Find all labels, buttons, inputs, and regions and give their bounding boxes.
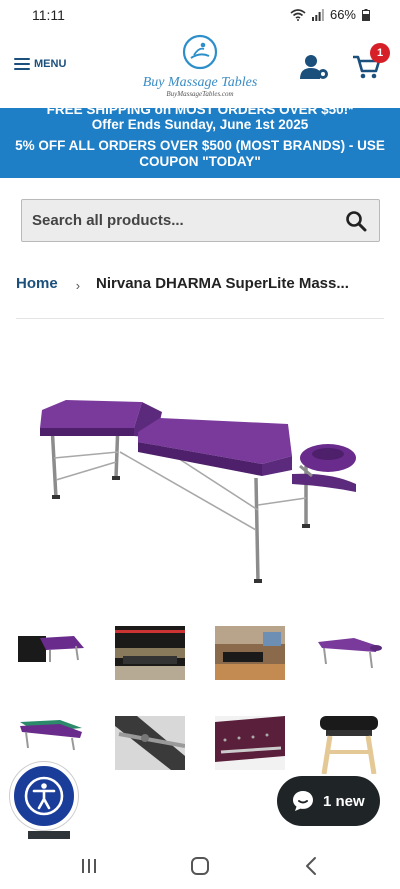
product-thumbnail[interactable] — [115, 716, 185, 770]
status-time: 11:11 — [32, 7, 65, 23]
menu-label: MENU — [34, 58, 67, 70]
logo-name: Buy Massage Tables — [142, 75, 258, 90]
accessibility-button[interactable] — [10, 762, 78, 830]
promo-offer-end-text: Offer Ends Sunday, June 1st 2025 — [91, 117, 309, 132]
site-logo[interactable]: Buy Massage Tables BuyMassageTables.com — [138, 34, 262, 100]
search-icon[interactable] — [345, 210, 367, 232]
battery-percent: 66% — [329, 7, 356, 22]
scroll-indicator — [28, 831, 70, 839]
logo-mark — [182, 34, 218, 70]
breadcrumb-current-page: Nirvana DHARMA SuperLite Mass... — [96, 274, 349, 292]
promo-coupon-text: 5% OFF ALL ORDERS OVER $500 (MOST BRANDS… — [15, 138, 385, 169]
chat-label: 1 new — [323, 792, 365, 810]
signal-icon — [311, 8, 324, 21]
promo-banner[interactable]: FREE SHIPPING on MOST ORDERS OVER $50!* … — [0, 108, 400, 178]
breadcrumb: Home › Nirvana DHARMA SuperLite Mass... — [16, 272, 386, 294]
home-icon[interactable] — [187, 853, 213, 879]
search-input[interactable] — [22, 200, 332, 241]
logo-url: BuyMassageTables.com — [166, 90, 234, 98]
status-icons: 66% — [290, 7, 370, 22]
cart-count-badge: 1 — [370, 43, 390, 63]
product-thumbnail[interactable] — [115, 626, 185, 680]
breadcrumb-separator: › — [75, 277, 81, 293]
search-bar — [21, 199, 380, 242]
product-thumbnail[interactable] — [215, 626, 285, 680]
system-nav-bar — [0, 843, 400, 889]
chat-bubble-icon — [293, 791, 313, 811]
hamburger-icon — [14, 58, 30, 70]
product-main-image[interactable] — [30, 380, 370, 590]
product-thumbnail[interactable] — [16, 626, 86, 680]
chat-widget-button[interactable]: 1 new — [277, 776, 380, 826]
wifi-icon — [290, 8, 306, 21]
recents-icon[interactable] — [76, 853, 102, 879]
menu-button[interactable]: MENU — [14, 58, 66, 70]
breadcrumb-home-link[interactable]: Home — [16, 275, 58, 292]
site-header: MENU Buy Massage Tables BuyMassageTables… — [0, 30, 400, 108]
accessibility-icon — [24, 776, 64, 816]
battery-icon — [362, 8, 370, 21]
product-thumbnail[interactable] — [314, 626, 384, 680]
divider — [16, 318, 384, 319]
promo-shipping-text: FREE SHIPPING on MOST ORDERS OVER $50!* — [46, 108, 354, 117]
user-settings-icon[interactable] — [299, 54, 329, 80]
product-thumbnail[interactable] — [215, 716, 285, 770]
product-thumbnail[interactable] — [314, 712, 384, 774]
status-bar: 11:11 66% — [0, 0, 400, 30]
back-icon[interactable] — [298, 853, 324, 879]
